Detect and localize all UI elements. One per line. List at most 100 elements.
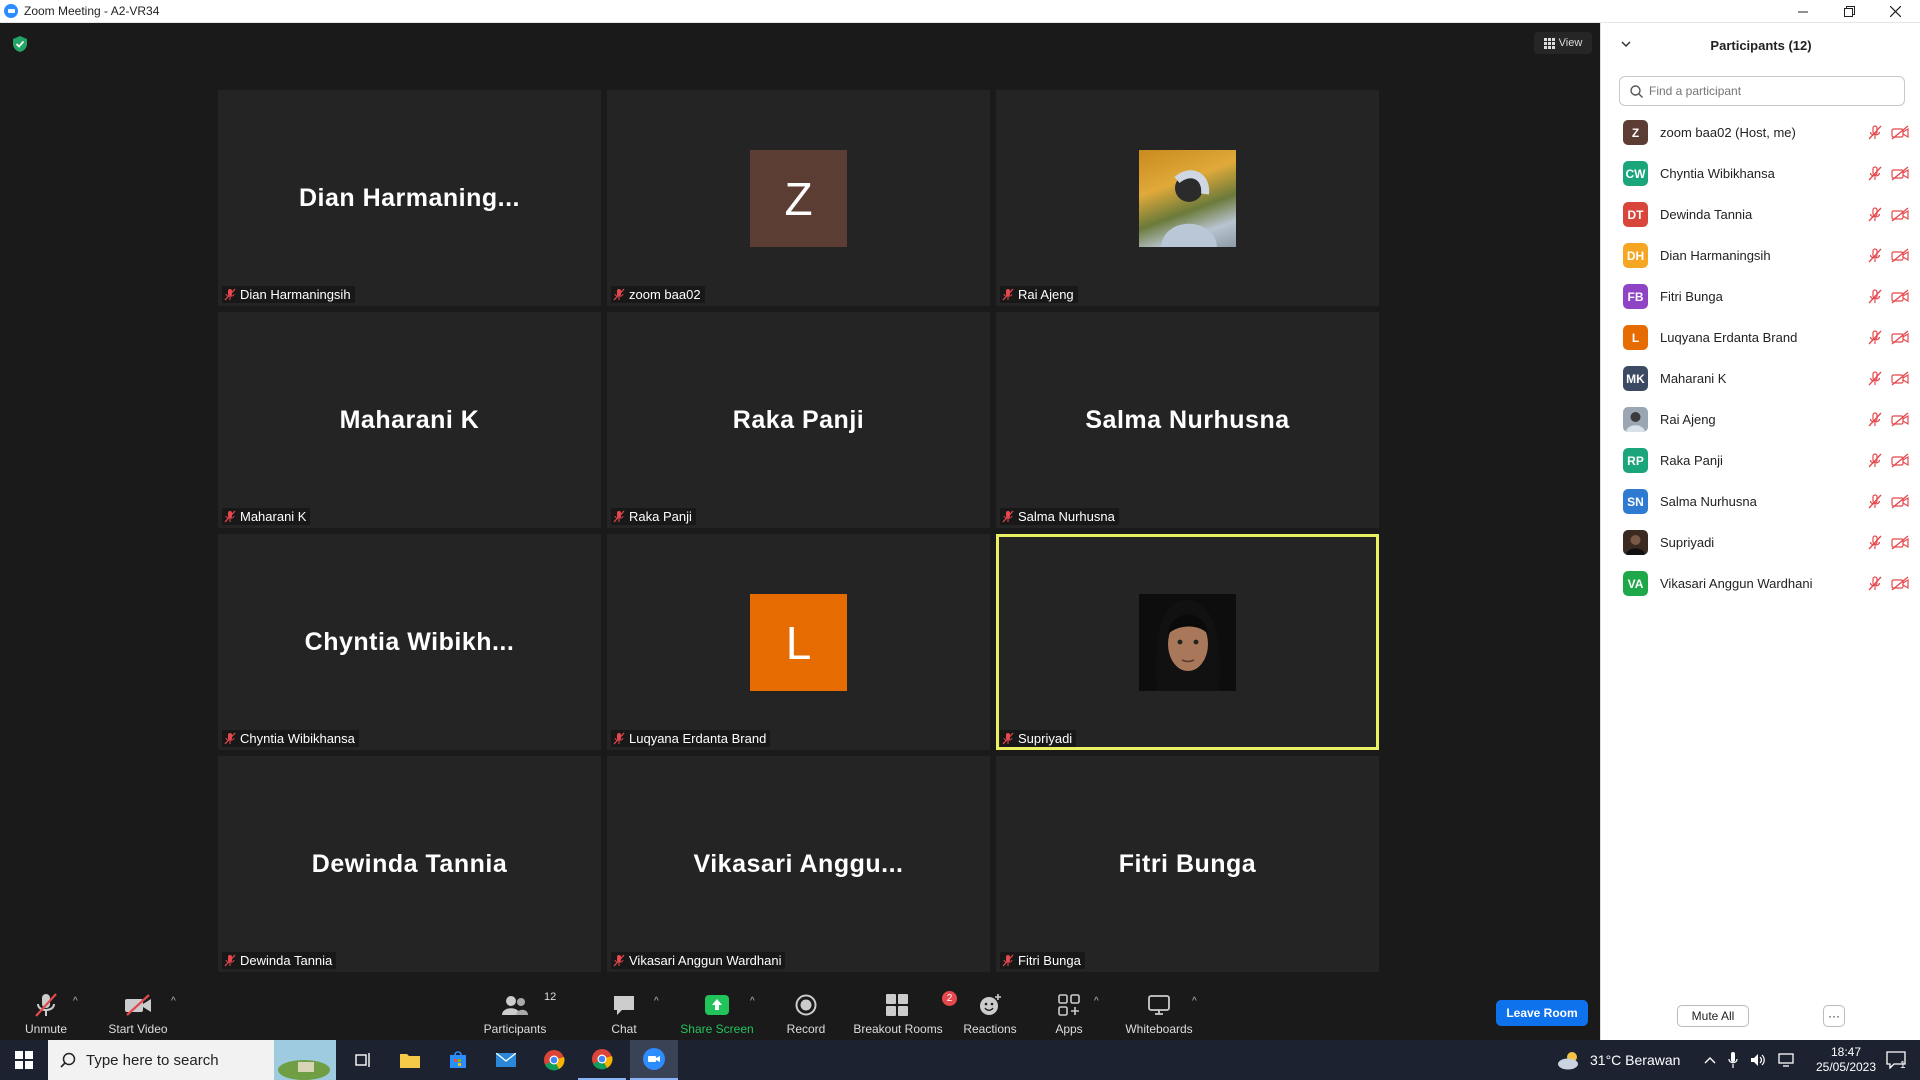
minimize-button[interactable] (1780, 0, 1826, 23)
close-button[interactable] (1872, 0, 1918, 23)
notification-count: 1 (1900, 1060, 1906, 1071)
participant-row[interactable]: CW Chyntia Wibikhansa (1601, 153, 1920, 194)
reactions-button[interactable]: Reactions (962, 984, 1018, 1036)
search-input[interactable] (1649, 84, 1889, 98)
apps-options-caret[interactable]: ^ (1094, 996, 1099, 1007)
video-tile[interactable]: Salma Nurhusna Salma Nurhusna (996, 312, 1379, 528)
participants-icon (502, 996, 528, 1015)
participant-row[interactable]: DT Dewinda Tannia (1601, 194, 1920, 235)
leave-room-button[interactable]: Leave Room (1496, 1000, 1588, 1026)
video-tile[interactable]: Maharani K Maharani K (218, 312, 601, 528)
participant-avatar: RP (1623, 448, 1648, 473)
restore-button[interactable] (1826, 0, 1872, 23)
share-options-caret[interactable]: ^ (750, 996, 755, 1007)
task-view-button[interactable] (340, 1040, 388, 1080)
video-tile[interactable]: Raka Panji Raka Panji (607, 312, 990, 528)
participant-row[interactable]: FB Fitri Bunga (1601, 276, 1920, 317)
security-shield-icon[interactable] (12, 35, 28, 53)
participant-row[interactable]: MK Maharani K (1601, 358, 1920, 399)
video-off-icon (1891, 207, 1909, 222)
taskbar-search[interactable]: Type here to search (48, 1040, 336, 1080)
weather-widget[interactable]: 31°C Berawan (1556, 1040, 1680, 1080)
chat-button[interactable]: Chat (604, 984, 644, 1036)
participant-row[interactable]: VA Vikasari Anggun Wardhani (1601, 563, 1920, 604)
muted-mic-icon (1868, 166, 1882, 181)
muted-mic-icon (224, 954, 236, 967)
participant-row[interactable]: Rai Ajeng (1601, 399, 1920, 440)
apps-button[interactable]: Apps (1054, 984, 1084, 1036)
name-label: Supriyadi (1000, 730, 1077, 747)
name-label: Fitri Bunga (1000, 952, 1085, 969)
chrome-profile-button[interactable] (578, 1040, 626, 1080)
video-options-caret[interactable]: ^ (171, 996, 176, 1007)
participant-avatar: Z (750, 150, 847, 247)
file-explorer-button[interactable] (386, 1040, 434, 1080)
participant-photo (1139, 594, 1236, 691)
network-icon[interactable] (1778, 1053, 1796, 1067)
muted-mic-icon (1868, 412, 1882, 427)
store-button[interactable] (434, 1040, 482, 1080)
participant-name: Fitri Bunga (1660, 289, 1723, 304)
participant-status-icons (1868, 494, 1909, 509)
clock[interactable]: 18:47 25/05/2023 (1812, 1040, 1880, 1080)
start-button[interactable] (0, 1040, 48, 1080)
participant-row[interactable]: L Luqyana Erdanta Brand (1601, 317, 1920, 358)
participant-row[interactable]: DH Dian Harmaningsih (1601, 235, 1920, 276)
participant-row[interactable]: SN Salma Nurhusna (1601, 481, 1920, 522)
start-video-button[interactable]: Start Video (106, 984, 170, 1036)
video-tile[interactable]: Chyntia Wibikh... Chyntia Wibikhansa (218, 534, 601, 750)
video-tile[interactable]: Rai Ajeng (996, 90, 1379, 306)
video-tile-active-speaker[interactable]: Supriyadi (996, 534, 1379, 750)
breakout-rooms-button[interactable]: 2 Breakout Rooms (852, 984, 957, 1036)
record-button[interactable]: Record (784, 984, 828, 1036)
microphone-icon[interactable] (1728, 1052, 1738, 1068)
muted-mic-icon (613, 510, 625, 523)
video-tile[interactable]: Dewinda Tannia Dewinda Tannia (218, 756, 601, 972)
whiteboard-options-caret[interactable]: ^ (1192, 996, 1197, 1007)
reactions-icon (980, 994, 1001, 1015)
zoom-icon (643, 1048, 665, 1070)
notification-center-button[interactable]: 1 (1878, 1040, 1914, 1080)
apps-icon (1058, 994, 1080, 1016)
chat-icon (614, 996, 634, 1015)
volume-icon[interactable] (1750, 1053, 1766, 1067)
video-off-icon (1891, 125, 1909, 140)
participant-search[interactable] (1619, 76, 1905, 106)
video-tile[interactable]: Dian Harmaning... Dian Harmaningsih (218, 90, 601, 306)
audio-options-caret[interactable]: ^ (73, 996, 78, 1007)
muted-mic-icon (1868, 289, 1882, 304)
chat-options-caret[interactable]: ^ (654, 996, 659, 1007)
name-label: Luqyana Erdanta Brand (611, 730, 771, 747)
participant-row[interactable]: RP Raka Panji (1601, 440, 1920, 481)
participant-row[interactable]: Supriyadi (1601, 522, 1920, 563)
video-tile[interactable]: Z zoom baa02 (607, 90, 990, 306)
profile-photo-icon (1626, 412, 1645, 432)
search-icon (60, 1052, 76, 1068)
chevron-up-icon[interactable] (1704, 1055, 1716, 1065)
name-label: Chyntia Wibikhansa (222, 730, 359, 747)
mail-button[interactable] (482, 1040, 530, 1080)
profile-photo-icon (1626, 535, 1645, 555)
more-options-button[interactable]: ··· (1823, 1005, 1845, 1027)
muted-mic-icon (35, 993, 57, 1017)
participant-status-icons (1868, 207, 1909, 222)
video-off-icon (1891, 248, 1909, 263)
video-tile[interactable]: L Luqyana Erdanta Brand (607, 534, 990, 750)
view-button[interactable]: View (1534, 32, 1592, 54)
zoom-taskbar-button[interactable] (630, 1040, 678, 1080)
participant-row[interactable]: Zzoom baa02 (Host, me) (1601, 112, 1920, 153)
participant-display-name: Vikasari Anggu... (693, 849, 904, 878)
share-screen-button[interactable]: Share Screen (680, 984, 754, 1036)
meeting-toolbar: Unmute ^ Start Video ^ 12 Participants C… (0, 980, 1600, 1040)
search-icon (1630, 84, 1643, 98)
video-tile[interactable]: Fitri Bunga Fitri Bunga (996, 756, 1379, 972)
whiteboards-button[interactable]: Whiteboards (1124, 984, 1194, 1036)
unmute-button[interactable]: Unmute (20, 984, 72, 1036)
video-tile[interactable]: Vikasari Anggu... Vikasari Anggun Wardha… (607, 756, 990, 972)
meeting-area: View Dian Harmaning... Dian Harmaningsih… (0, 23, 1600, 980)
profile-photo-icon (1156, 600, 1220, 691)
participants-button[interactable]: 12 Participants (480, 984, 557, 1036)
mute-all-button[interactable]: Mute All (1677, 1005, 1749, 1027)
chrome-button[interactable] (530, 1040, 578, 1080)
participant-status-icons (1868, 166, 1909, 181)
